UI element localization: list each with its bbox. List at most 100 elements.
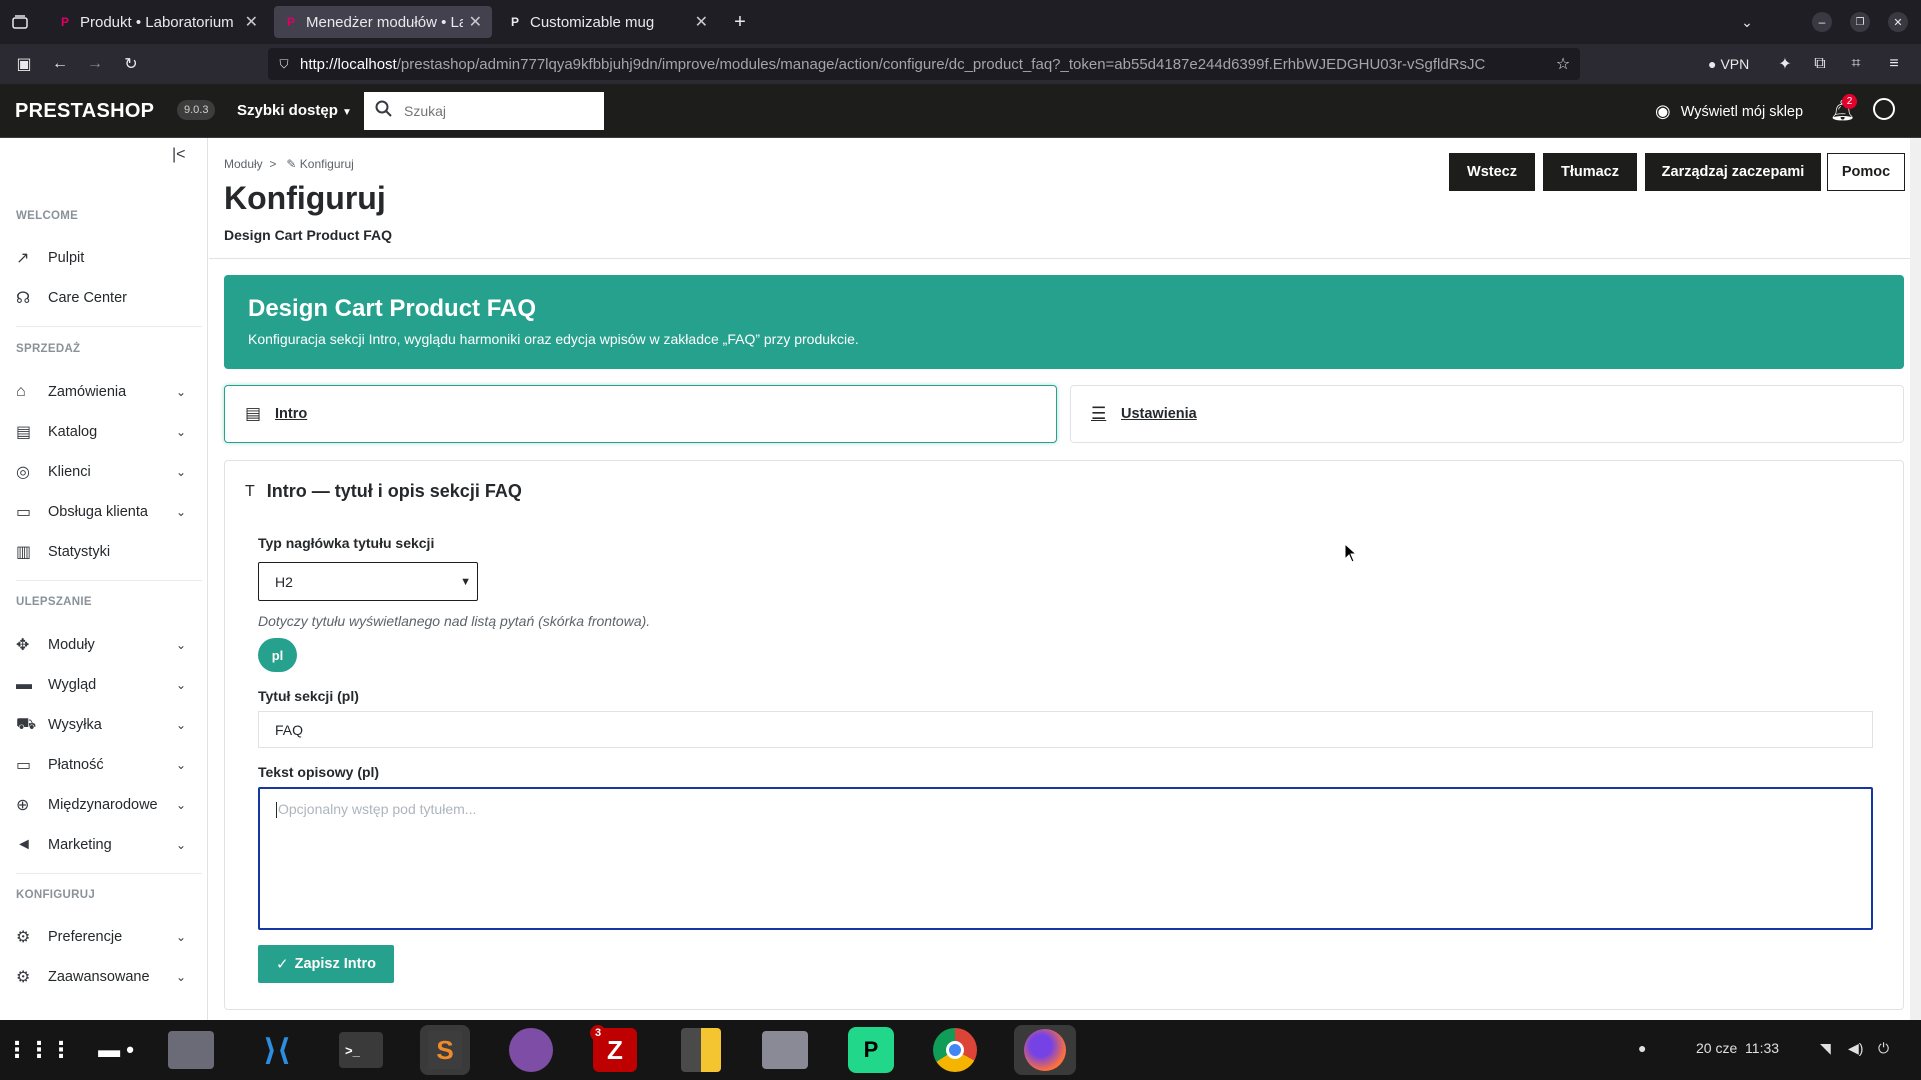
tab-settings[interactable]: ☰ Ustawienia [1070,385,1904,443]
tor-browser-icon[interactable] [506,1025,556,1075]
files-folder-icon[interactable] [166,1025,216,1075]
browser-navbar: ▣ ← → ↻ ⛉ http://localhost/prestashop/ad… [0,44,1921,84]
terminal-icon[interactable]: >_ [336,1025,386,1075]
tab-intro[interactable]: ▤ Intro [224,385,1057,443]
sidebar-item-label: Moduły [48,637,95,653]
workspace-indicator-icon[interactable]: ▬ • [86,1025,146,1075]
sidebar-item-modules[interactable]: ✥ Moduły ⌄ [0,627,200,663]
close-tab-icon[interactable]: ✕ [695,12,708,32]
sidebar-item-catalog[interactable]: ▤ Katalog ⌄ [0,414,200,450]
extension-icon[interactable]: ✦ [1775,54,1795,74]
sidebar-item-customer-service[interactable]: ▭ Obsługa klienta ⌄ [0,494,200,530]
sidebar-divider [16,326,202,327]
wifi-icon[interactable]: ◥ [1820,1040,1831,1057]
sidebar-item-stats[interactable]: ▥ Statystyki [0,534,200,570]
tab-overview-icon[interactable] [10,12,30,32]
close-tab-icon[interactable]: ✕ [469,12,482,32]
browser-tab-modules[interactable]: P Menedżer modułów • Lab ✕ [274,6,492,38]
back-button[interactable]: Wstecz [1449,153,1535,191]
sidebar-toggle-icon[interactable]: ▣ [14,54,34,74]
site-info-icon[interactable]: ⛉ [276,56,292,72]
pycharm-icon[interactable]: P [846,1025,896,1075]
hero-description: Konfiguracja sekcji Intro, wyglądu harmo… [248,331,859,347]
eye-icon: ◉ [1655,101,1671,121]
heading-type-select[interactable]: H2 ▼ [258,562,478,601]
chevron-down-icon: ⌄ [175,385,186,399]
forward-arrow-icon[interactable]: → [85,54,105,74]
sidebar-item-preferences[interactable]: ⚙ Preferencje ⌄ [0,919,200,955]
power-icon[interactable]: ⏻ [1878,1040,1889,1057]
sidebar-item-international[interactable]: ⊕ Międzynarodowe ⌄ [0,787,200,823]
vscode-icon[interactable]: ⟩⟨ [252,1025,302,1075]
headset-icon: ☊ [16,290,31,307]
sidebar-item-payment[interactable]: ▭ Płatność ⌄ [0,747,200,783]
save-intro-button[interactable]: ✓ Zapisz Intro [258,945,394,983]
page-scrollbar[interactable] [1910,138,1921,1020]
chrome-icon[interactable] [930,1025,980,1075]
vpn-shield-icon: ● [1708,56,1717,72]
version-badge: 9.0.3 [177,100,216,120]
prestashop-logo[interactable]: PRESTASHOP [15,100,154,123]
vpn-indicator[interactable]: ● VPN [1708,54,1749,74]
sidebar-item-dashboard[interactable]: ↗ Pulpit [0,240,200,276]
url-bar[interactable]: ⛉ http://localhost/prestashop/admin777lq… [268,48,1580,80]
tab-title: Customizable mug [530,13,655,31]
file-manager-icon[interactable] [760,1025,810,1075]
sidebar-item-customers[interactable]: ◎ Klienci ⌄ [0,454,200,490]
sidebar-item-marketing[interactable]: ◄ Marketing ⌄ [0,827,200,863]
calculator-icon[interactable] [676,1025,726,1075]
settings-icon: ⚙ [16,929,31,946]
quick-access-label: Szybki dostęp [237,102,338,119]
credit-card-icon: ▭ [16,757,32,774]
admin-search[interactable] [364,92,604,130]
notifications-bell-icon[interactable]: 🔔︎ 2 [1830,94,1857,123]
sidebar-item-shipping[interactable]: ⛟ Wysyłka ⌄ [0,707,200,743]
description-textarea[interactable]: Opcjonalny wstęp pod tytułem... [258,787,1873,930]
search-input[interactable] [404,93,594,129]
manage-hooks-button[interactable]: Zarządzaj zaczepami [1645,153,1821,191]
heading-type-help: Dotyczy tytułu wyświetlanego nad listą p… [258,613,651,629]
sidebar-item-orders[interactable]: ⌂ Zamówienia ⌄ [0,374,200,410]
screenshot-crop-icon[interactable]: ⌗ [1846,54,1866,74]
search-icon[interactable] [364,100,404,123]
translate-button[interactable]: Tłumacz [1543,153,1637,191]
sublime-text-icon[interactable]: S [420,1025,470,1075]
caret-down-icon: ▼ [342,107,352,118]
breadcrumb-link[interactable]: Moduły [224,157,263,171]
volume-icon[interactable]: ◀) [1848,1040,1863,1057]
filezilla-icon[interactable]: Z3 [590,1025,640,1075]
clock[interactable]: 20 cze 11:33 [1696,1040,1779,1056]
browser-tab-mug[interactable]: P Customizable mug ✕ [498,6,718,38]
app-grid-icon[interactable]: ⋮⋮⋮ [6,1025,72,1075]
language-pill[interactable]: pl [258,638,297,672]
tray-status-icon[interactable]: ● [1638,1040,1646,1056]
view-shop-link[interactable]: ◉ Wyświetl mój sklep [1655,101,1803,122]
sidebar-item-label: Obsługa klienta [48,504,148,520]
quick-access-dropdown[interactable]: Szybki dostęp ▼ [237,102,352,119]
collapse-sidebar-icon[interactable]: |< [172,146,186,164]
sidebar-item-advanced[interactable]: ⚙ Zaawansowane ⌄ [0,959,200,995]
chat-icon: ▭ [16,504,32,521]
firefox-icon[interactable] [1014,1025,1076,1075]
restore-window-icon[interactable]: ❐ [1850,12,1870,32]
close-tab-icon[interactable]: ✕ [245,12,258,32]
chevron-down-icon: ⌄ [175,638,186,652]
reload-icon[interactable]: ↻ [121,54,141,74]
view-shop-label: Wyświetl mój sklep [1680,103,1804,120]
section-title-input[interactable]: FAQ [258,711,1873,748]
sidebar-item-design[interactable]: ▬ Wygląd ⌄ [0,667,200,703]
back-arrow-icon[interactable]: ← [50,54,70,74]
page-title: Konfiguruj [224,180,386,216]
extensions-puzzle-icon[interactable]: ⧉ [1810,54,1830,74]
user-account-icon[interactable] [1873,98,1895,120]
browser-tab-product[interactable]: P Produkt • Laboratorium ✕ [48,6,268,38]
url-text[interactable]: http://localhost/prestashop/admin777lqya… [300,56,1540,73]
minimize-window-icon[interactable]: – [1812,12,1832,32]
tab-list-chevron-icon[interactable]: ⌄ [1735,10,1759,34]
bookmark-star-icon[interactable]: ☆ [1554,55,1572,73]
help-button[interactable]: Pomoc [1827,153,1905,191]
close-window-icon[interactable]: ✕ [1888,12,1908,32]
new-tab-icon[interactable]: + [728,10,752,34]
hamburger-menu-icon[interactable]: ≡ [1884,54,1904,74]
sidebar-item-care-center[interactable]: ☊ Care Center [0,280,200,316]
